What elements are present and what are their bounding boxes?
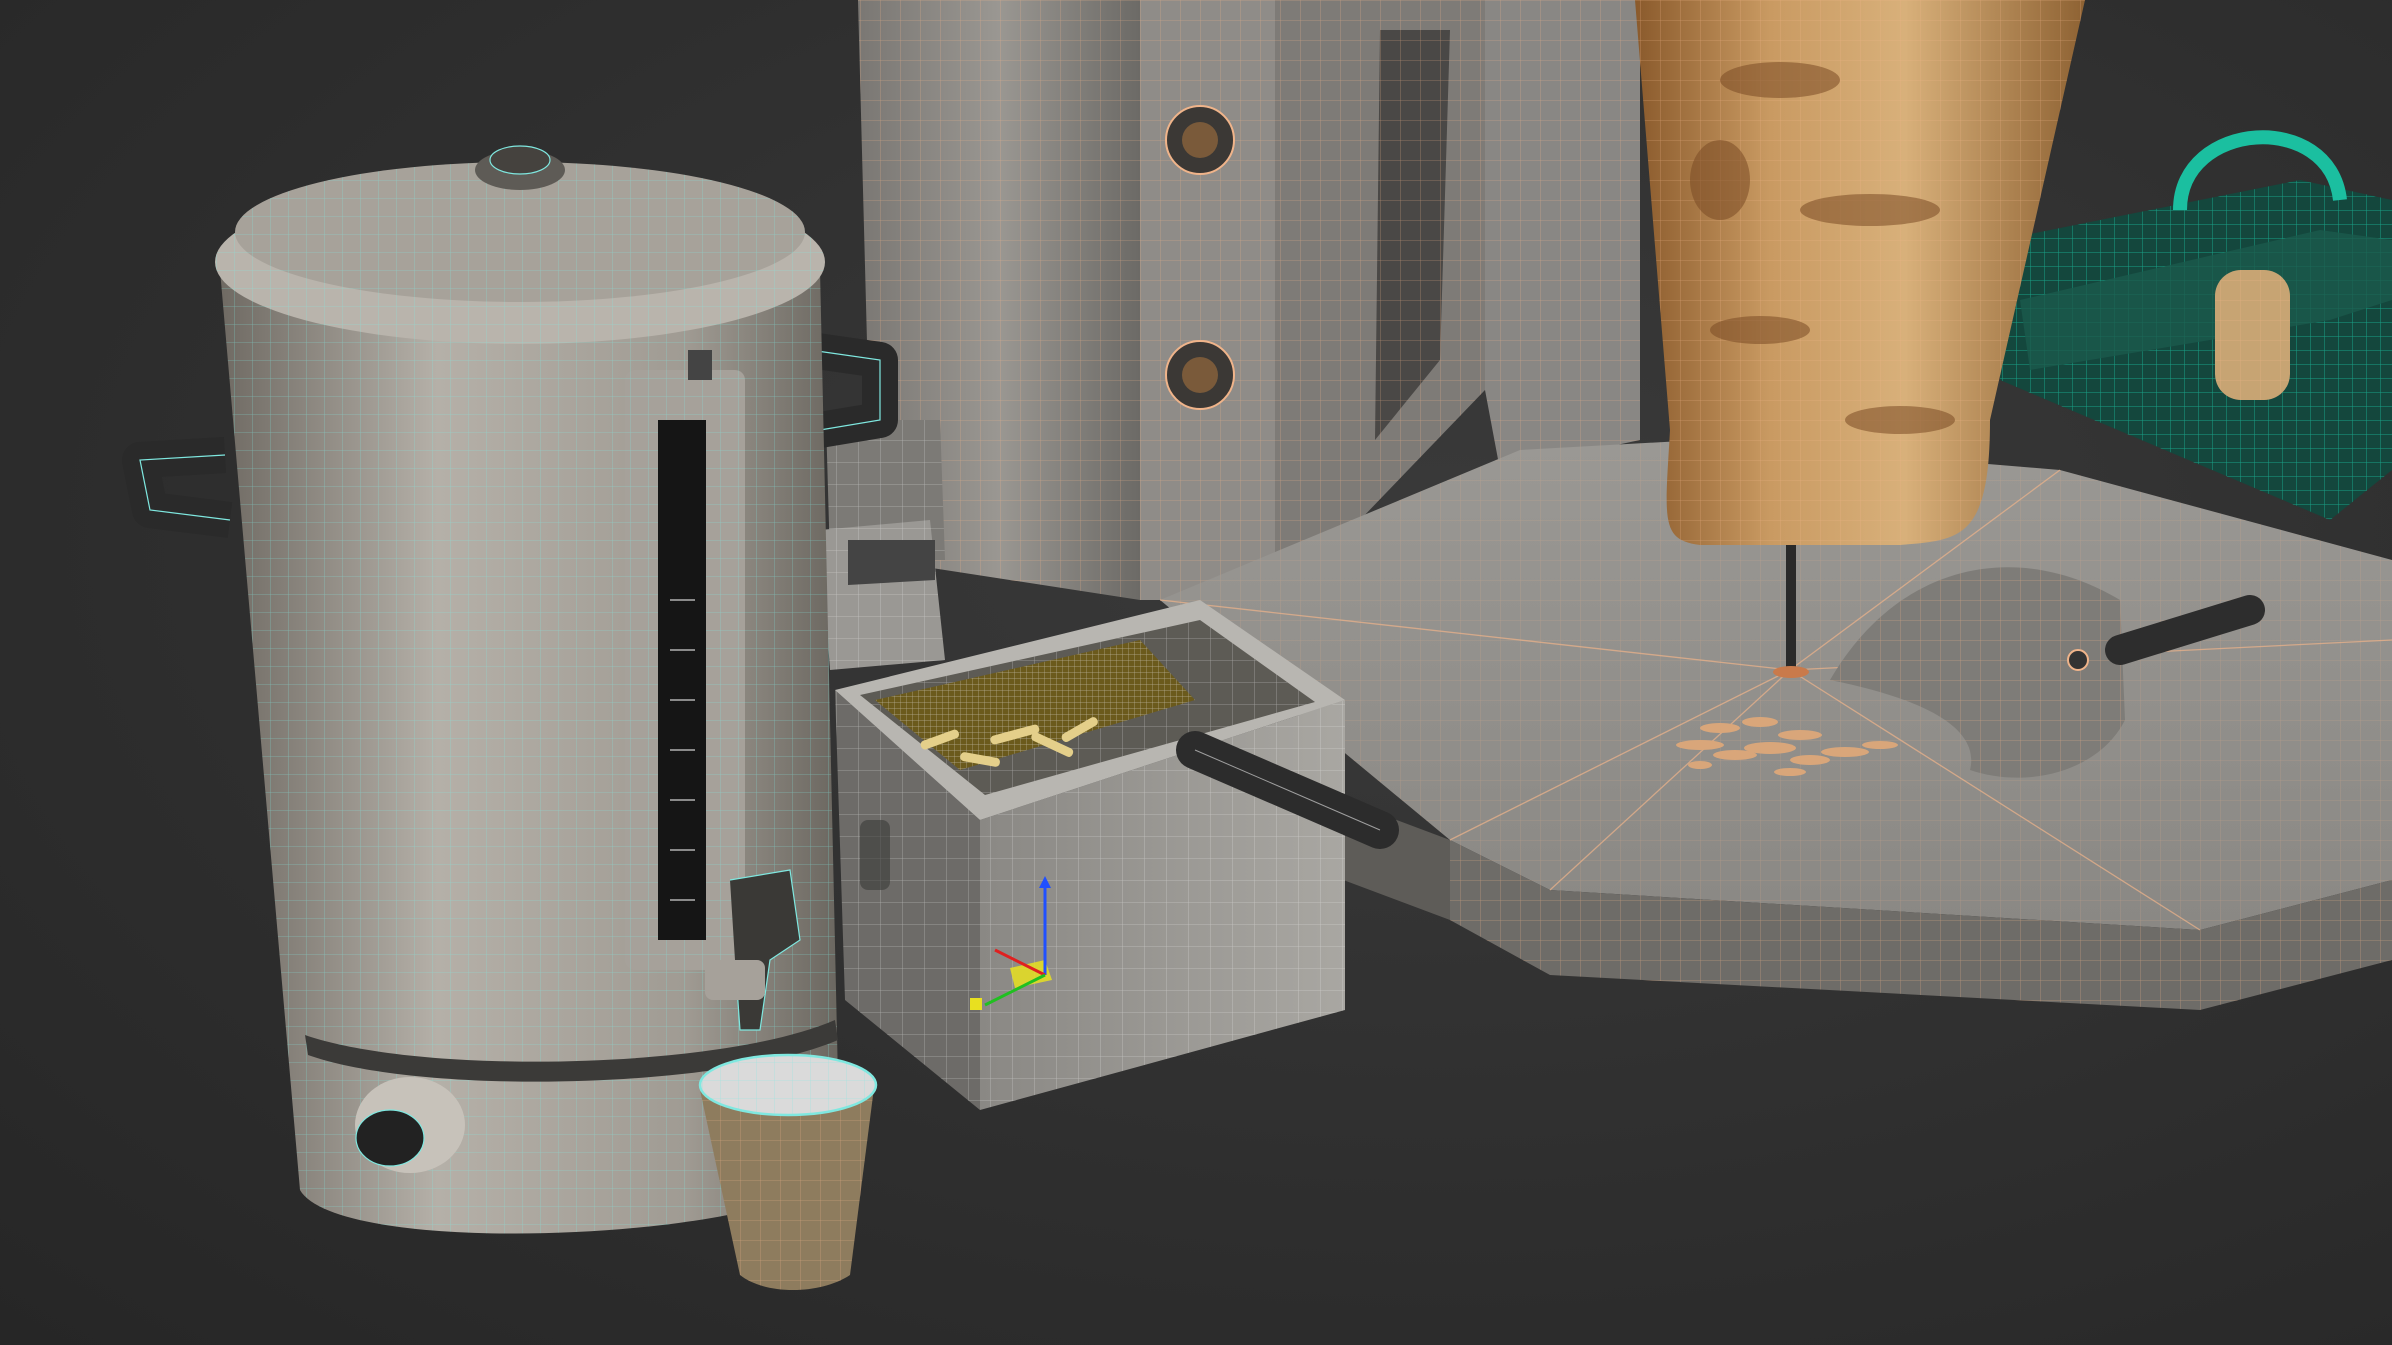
viewport-scene[interactable] bbox=[0, 0, 2392, 1345]
paper-cup[interactable] bbox=[698, 1053, 878, 1290]
3d-viewport[interactable] bbox=[0, 0, 2392, 1345]
doner-meat-cone[interactable] bbox=[1635, 0, 2085, 545]
contact-grill[interactable] bbox=[2000, 130, 2392, 520]
